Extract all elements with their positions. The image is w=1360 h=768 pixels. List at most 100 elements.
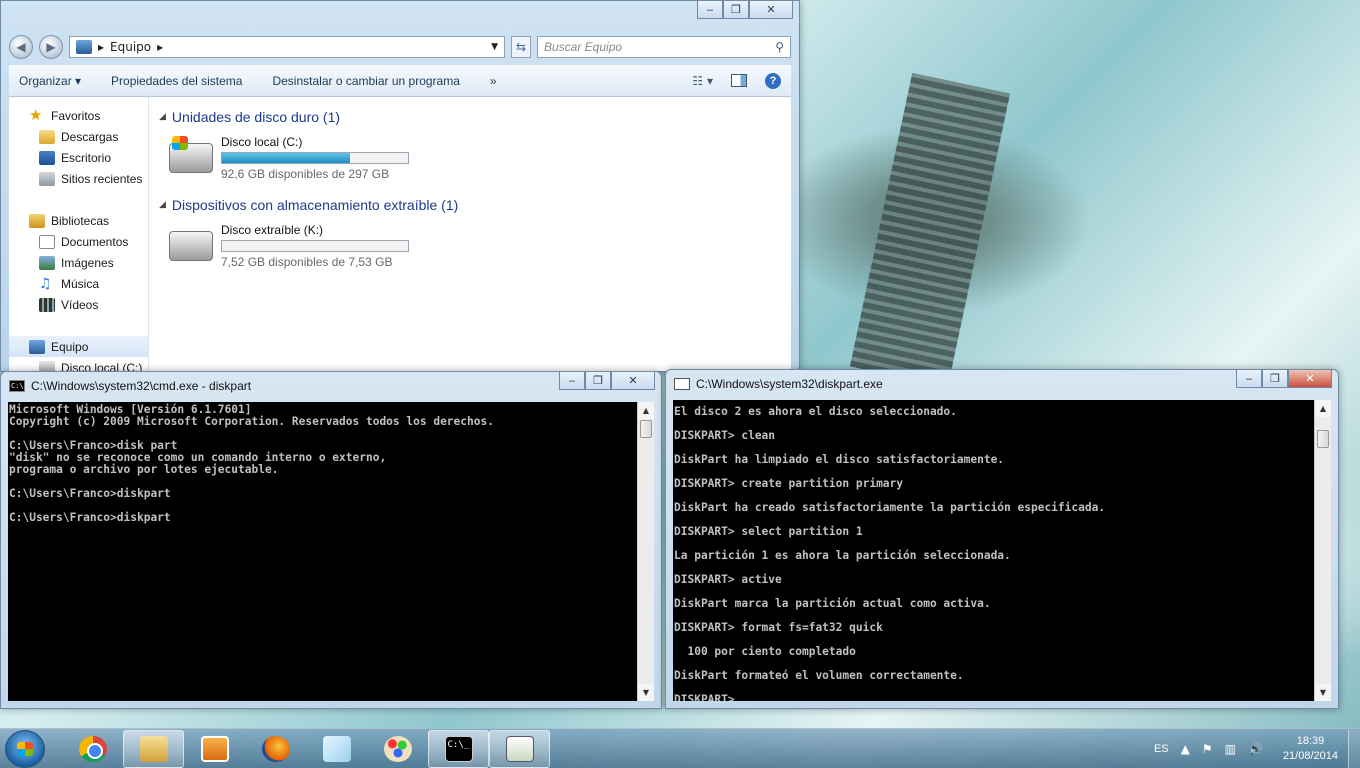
taskbar-cmd[interactable]: C:\_ (428, 729, 489, 768)
console-output[interactable]: Microsoft Windows [Versión 6.1.7601] Cop… (8, 402, 654, 701)
taskbar-chrome[interactable] (62, 730, 123, 768)
taskbar-paint[interactable] (367, 730, 428, 768)
diskpart-title-bar[interactable]: C:\Windows\system32\diskpart.exe ‒ ❐ ✕ (666, 370, 1338, 398)
help-icon[interactable]: ? (765, 72, 781, 89)
folder-icon (139, 735, 168, 762)
scrollbar-thumb[interactable] (640, 420, 652, 438)
desktop-icon (39, 150, 55, 165)
star-icon: ★ (29, 105, 43, 124)
drive-usage-bar (221, 240, 409, 252)
diskpart-caption-buttons: ‒ ❐ ✕ (1236, 370, 1332, 388)
close-button[interactable]: ✕ (611, 372, 655, 390)
sidebar-item-label: Equipo (51, 339, 89, 354)
diskpart-icon (505, 735, 534, 762)
console-text: Microsoft Windows [Versión 6.1.7601] Cop… (9, 403, 494, 524)
search-icon[interactable]: ⚲ (775, 40, 784, 54)
sidebar-item-libraries[interactable]: Bibliotecas (9, 210, 148, 231)
network-icon[interactable]: ▥ (1225, 742, 1236, 756)
sidebar-item-desktop[interactable]: Escritorio (9, 147, 148, 168)
preview-pane-icon[interactable] (731, 74, 747, 87)
close-button[interactable]: ✕ (1288, 370, 1332, 388)
collapse-arrow-icon[interactable]: ◢ (159, 200, 166, 210)
taskbar-diskpart[interactable] (489, 729, 550, 768)
taskbar-explorer[interactable] (123, 729, 184, 768)
drive-name: Disco local (C:) (221, 135, 303, 149)
minimize-button[interactable]: ‒ (559, 372, 585, 390)
show-hidden-icons-icon[interactable]: ▲ (1181, 742, 1190, 756)
organize-button[interactable]: Organizar ▾ (19, 74, 81, 88)
sidebar-item-recent[interactable]: Sitios recientes (9, 168, 148, 189)
document-icon (39, 234, 55, 249)
section-title: Dispositivos con almacenamiento extraíbl… (171, 197, 459, 213)
language-indicator[interactable]: ES (1154, 743, 1169, 755)
uninstall-program-button[interactable]: Desinstalar o cambiar un programa (272, 74, 459, 88)
maximize-button[interactable]: ❐ (585, 372, 611, 390)
sidebar-item-label: Imágenes (61, 255, 114, 270)
drive-item-k[interactable]: Disco extraíble (K:) 7,52 GB disponibles… (169, 223, 791, 269)
drive-free-space: 7,52 GB disponibles de 7,53 GB (221, 255, 393, 269)
taskbar-sticky-notes[interactable] (306, 730, 367, 768)
sidebar-item-images[interactable]: Imágenes (9, 252, 148, 273)
address-location[interactable]: Equipo (110, 40, 151, 54)
taskbar-firefox[interactable] (245, 730, 306, 768)
search-input[interactable] (544, 40, 744, 54)
section-title: Unidades de disco duro (1) (171, 109, 341, 125)
breadcrumb-separator-icon: ▸ (98, 40, 105, 54)
section-header-removable[interactable]: ◢ Dispositivos con almacenamiento extraí… (159, 195, 791, 215)
clock-date: 21/08/2014 (1282, 749, 1338, 762)
sidebar-item-computer[interactable]: Equipo (9, 336, 148, 357)
vertical-scrollbar[interactable]: ▲ ▼ (1314, 400, 1331, 701)
scroll-down-icon[interactable]: ▼ (638, 684, 654, 701)
sidebar-item-documents[interactable]: Documentos (9, 231, 148, 252)
action-center-flag-icon[interactable]: ⚑ (1202, 742, 1213, 756)
maximize-button[interactable]: ❐ (1262, 370, 1288, 388)
sidebar-item-music[interactable]: ♫ Música (9, 273, 148, 294)
show-desktop-button[interactable] (1348, 729, 1360, 768)
drive-free-space: 92,6 GB disponibles de 297 GB (221, 167, 390, 181)
change-view-icon[interactable]: ☷ ▾ (692, 74, 713, 88)
forward-button[interactable]: ▶ (39, 35, 63, 59)
sidebar-item-local-disk[interactable]: Disco local (C:) (9, 357, 148, 371)
command-bar: Organizar ▾ Propiedades del sistema Desi… (9, 65, 791, 97)
wallpaper-tower (849, 72, 1011, 388)
refresh-button[interactable]: ⇆ (511, 36, 531, 58)
sidebar-item-label: Escritorio (61, 150, 112, 165)
scroll-down-icon[interactable]: ▼ (1315, 684, 1331, 701)
console-output[interactable]: El disco 2 es ahora el disco seleccionad… (673, 400, 1331, 701)
breadcrumb-chevron-icon[interactable]: ▸ (157, 40, 163, 54)
sidebar-item-favorites[interactable]: ★ Favoritos (9, 105, 148, 126)
volume-icon[interactable]: 🔊 (1248, 742, 1263, 756)
cmd-title-bar[interactable]: C:\ C:\Windows\system32\cmd.exe - diskpa… (1, 372, 661, 400)
address-bar[interactable]: ▸ Equipo ▸ ▼ (69, 36, 505, 58)
address-dropdown-icon[interactable]: ▼ (491, 42, 504, 52)
taskbar-media-player[interactable] (184, 730, 245, 768)
sidebar-item-downloads[interactable]: Descargas (9, 126, 148, 147)
removable-drive-icon (169, 231, 213, 261)
sidebar-item-videos[interactable]: Vídeos (9, 294, 148, 315)
scrollbar-thumb[interactable] (1317, 430, 1329, 448)
vertical-scrollbar[interactable]: ▲ ▼ (637, 402, 654, 701)
command-prompt-icon: C:\_ (444, 735, 473, 762)
system-properties-button[interactable]: Propiedades del sistema (111, 74, 242, 88)
clock[interactable]: 18:39 21/08/2014 (1283, 734, 1338, 764)
search-box[interactable]: ⚲ (537, 36, 791, 58)
minimize-button[interactable]: ‒ (1236, 370, 1262, 388)
sidebar-item-label: Sitios recientes (61, 171, 143, 186)
scroll-up-icon[interactable]: ▲ (638, 402, 654, 419)
console-icon (674, 378, 690, 390)
close-button[interactable]: ✕ (749, 1, 793, 19)
more-commands-button[interactable]: » (490, 74, 497, 88)
scroll-up-icon[interactable]: ▲ (1315, 400, 1331, 417)
section-header-hard-drives[interactable]: ◢ Unidades de disco duro (1) (159, 107, 791, 127)
maximize-button[interactable]: ❐ (723, 1, 749, 19)
back-button[interactable]: ◀ (9, 35, 33, 59)
drive-item-c[interactable]: Disco local (C:) 92,6 GB disponibles de … (169, 135, 791, 181)
start-button[interactable] (5, 729, 45, 768)
cmd-window: C:\ C:\Windows\system32\cmd.exe - diskpa… (0, 371, 662, 709)
drive-usage-bar (221, 152, 409, 164)
collapse-arrow-icon[interactable]: ◢ (159, 112, 166, 122)
diskpart-window: C:\Windows\system32\diskpart.exe ‒ ❐ ✕ E… (665, 369, 1339, 709)
sidebar-item-label: Vídeos (61, 297, 99, 312)
image-icon (39, 255, 55, 270)
minimize-button[interactable]: ‒ (697, 1, 723, 19)
